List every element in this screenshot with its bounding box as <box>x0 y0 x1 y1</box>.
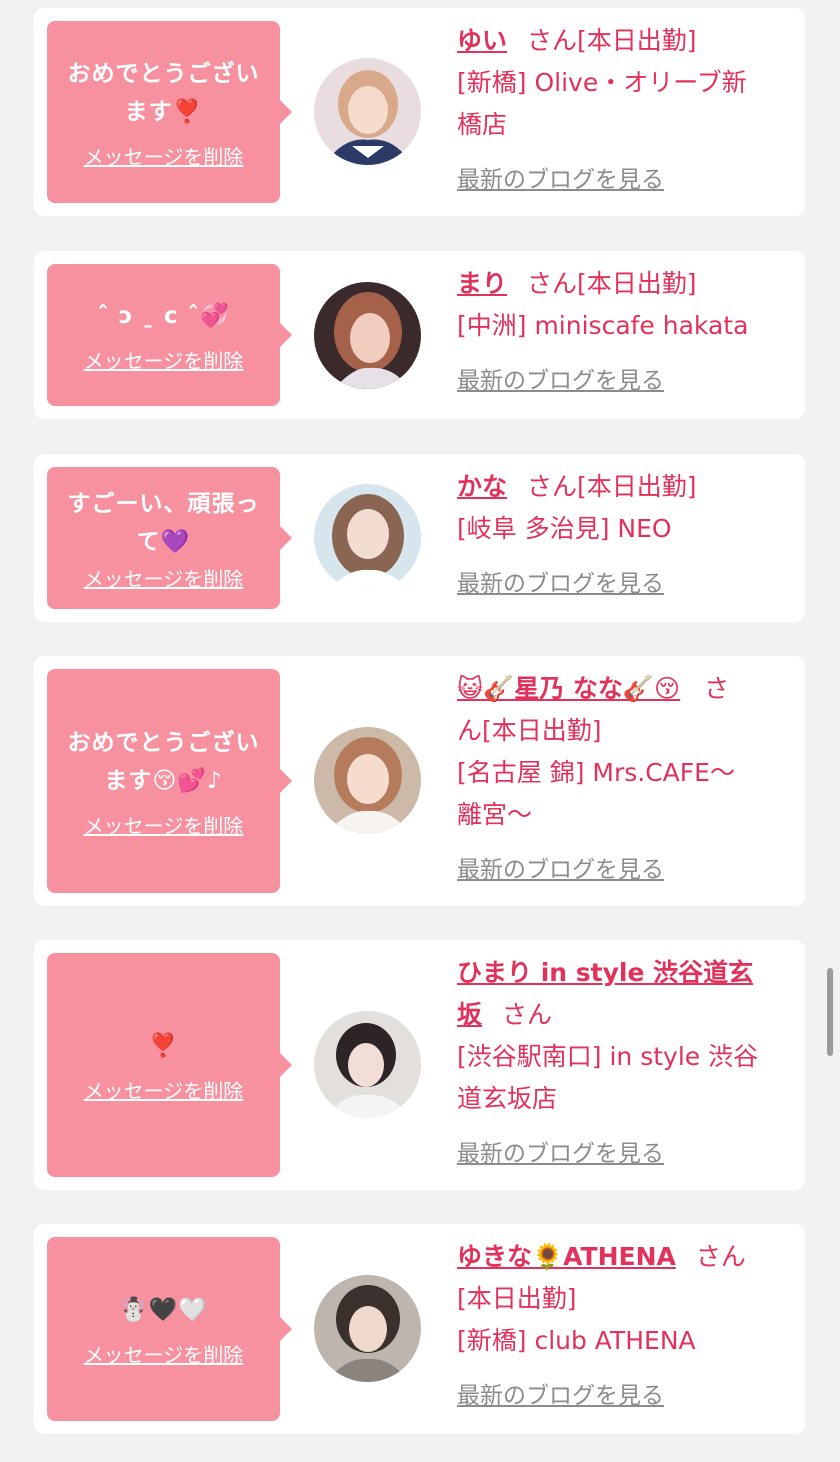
blog-link[interactable]: 最新のブログを見る <box>457 361 664 395</box>
delete-message-link[interactable]: メッセージを削除 <box>84 141 244 170</box>
cast-name-link[interactable]: ゆい <box>457 26 507 55</box>
cast-name-line: 坂さん <box>457 994 792 1036</box>
message-text: おめでとうござい ます❣️ <box>67 60 260 125</box>
message-bubble: おめでとうござい ます❣️ メッセージを削除 <box>47 21 292 203</box>
message-bubble: ˆ ɔ ˍ c ˆ💞 メッセージを削除 <box>47 264 292 406</box>
cast-suffix: さん <box>695 1242 746 1271</box>
cast-suffix: さん[本日出勤] <box>527 269 697 298</box>
message-card: ˆ ɔ ˍ c ˆ💞 メッセージを削除 まり さん[本日出勤] [中洲] mini… <box>34 251 805 419</box>
message-text: おめでとうござい ます😚💕♪ <box>67 729 260 794</box>
scrollbar[interactable] <box>827 968 833 1056</box>
cast-name-link[interactable]: 坂 <box>457 1000 482 1029</box>
cast-name-link[interactable]: ひまり in style 渋谷道玄 <box>457 958 753 987</box>
delete-message-link[interactable]: メッセージを削除 <box>84 1075 244 1104</box>
message-bubble: すごーい、頑張っ て💜 メッセージを削除 <box>47 467 292 609</box>
cast-suffix-line: ん[本日出勤] <box>457 716 602 745</box>
delete-message-link[interactable]: メッセージを削除 <box>84 1339 244 1368</box>
message-card: おめでとうござい ます❣️ メッセージを削除 ゆい さん[本日出勤] [新橋] O… <box>34 8 805 216</box>
cast-suffix: さん[本日出勤] <box>527 472 697 501</box>
cast-name-line: かな さん[本日出勤] <box>457 466 792 508</box>
cast-name-line: ひまり in style 渋谷道玄 <box>457 952 792 994</box>
cast-name-link[interactable]: ゆきな🌻ATHENA <box>457 1242 676 1271</box>
avatar[interactable] <box>314 484 421 591</box>
cast-name-link[interactable]: 😺🎸星乃 なな🎸😚 <box>457 674 680 703</box>
delete-message-link[interactable]: メッセージを削除 <box>84 810 244 839</box>
message-bubble: おめでとうござい ます😚💕♪ メッセージを削除 <box>47 669 292 893</box>
blog-link[interactable]: 最新のブログを見る <box>457 160 664 194</box>
cast-info: ひまり in style 渋谷道玄 坂さん [渋谷駅南口] in style 渋… <box>457 952 792 1168</box>
avatar[interactable] <box>314 282 421 389</box>
shop-name: [渋谷駅南口] in style 渋谷 道玄坂店 <box>457 1042 759 1113</box>
cast-status: [本日出勤] <box>457 1284 577 1313</box>
cast-name-line: ゆい さん[本日出勤] <box>457 20 792 62</box>
message-text: すごーい、頑張っ て💜 <box>67 490 260 555</box>
cast-info: ゆきな🌻ATHENA さん [本日出勤] [新橋] club ATHENA 最新の… <box>457 1236 792 1410</box>
message-bubble: ❣️ メッセージを削除 <box>47 953 292 1177</box>
message-bubble: ☃️🖤🤍 メッセージを削除 <box>47 1237 292 1421</box>
message-text: ˆ ɔ ˍ c ˆ💞 <box>97 302 230 329</box>
shop-name: [岐阜 多治見] NEO <box>457 514 672 543</box>
avatar[interactable] <box>314 1011 421 1118</box>
blog-link[interactable]: 最新のブログを見る <box>457 850 664 884</box>
message-card: すごーい、頑張っ て💜 メッセージを削除 かな さん[本日出勤] [岐阜 多治見]… <box>34 454 805 622</box>
message-text: ☃️🖤🤍 <box>119 1296 208 1323</box>
message-card: おめでとうござい ます😚💕♪ メッセージを削除 😺🎸星乃 なな🎸😚 さ ん[本日出… <box>34 656 805 906</box>
message-card: ☃️🖤🤍 メッセージを削除 ゆきな🌻ATHENA さん [本日出勤] [新橋] c… <box>34 1224 805 1434</box>
shop-name: [新橋] Olive・オリーブ新 橋店 <box>457 68 747 139</box>
shop-name: [新橋] club ATHENA <box>457 1326 696 1355</box>
avatar[interactable] <box>314 58 421 165</box>
delete-message-link[interactable]: メッセージを削除 <box>84 345 244 374</box>
cast-name-link[interactable]: まり <box>457 269 507 298</box>
shop-name: [名古屋 錦] Mrs.CAFE～ 離宮～ <box>457 758 735 829</box>
cast-info: 😺🎸星乃 なな🎸😚 さ ん[本日出勤] [名古屋 錦] Mrs.CAFE～ 離宮～… <box>457 668 792 884</box>
cast-suffix: さん[本日出勤] <box>527 26 697 55</box>
blog-link[interactable]: 最新のブログを見る <box>457 1134 664 1168</box>
delete-message-link[interactable]: メッセージを削除 <box>84 563 244 592</box>
avatar[interactable] <box>314 1275 421 1382</box>
blog-link[interactable]: 最新のブログを見る <box>457 564 664 598</box>
message-card: ❣️ メッセージを削除 ひまり in style 渋谷道玄 坂さん [渋谷駅南口… <box>34 940 805 1190</box>
cast-suffix: さん <box>502 1000 553 1029</box>
cast-info: ゆい さん[本日出勤] [新橋] Olive・オリーブ新 橋店 最新のブログを見る <box>457 20 792 194</box>
message-text: ❣️ <box>148 1032 179 1059</box>
cast-name-line: まり さん[本日出勤] <box>457 263 792 305</box>
avatar[interactable] <box>314 727 421 834</box>
shop-name: [中洲] miniscafe hakata <box>457 311 749 340</box>
cast-name-line: 😺🎸星乃 なな🎸😚 さ <box>457 668 792 710</box>
cast-name-link[interactable]: かな <box>457 472 507 501</box>
cast-info: まり さん[本日出勤] [中洲] miniscafe hakata 最新のブログを… <box>457 263 792 395</box>
cast-name-line: ゆきな🌻ATHENA さん <box>457 1236 792 1278</box>
cast-suffix: さ <box>704 674 730 703</box>
blog-link[interactable]: 最新のブログを見る <box>457 1376 664 1410</box>
cast-info: かな さん[本日出勤] [岐阜 多治見] NEO 最新のブログを見る <box>457 466 792 598</box>
